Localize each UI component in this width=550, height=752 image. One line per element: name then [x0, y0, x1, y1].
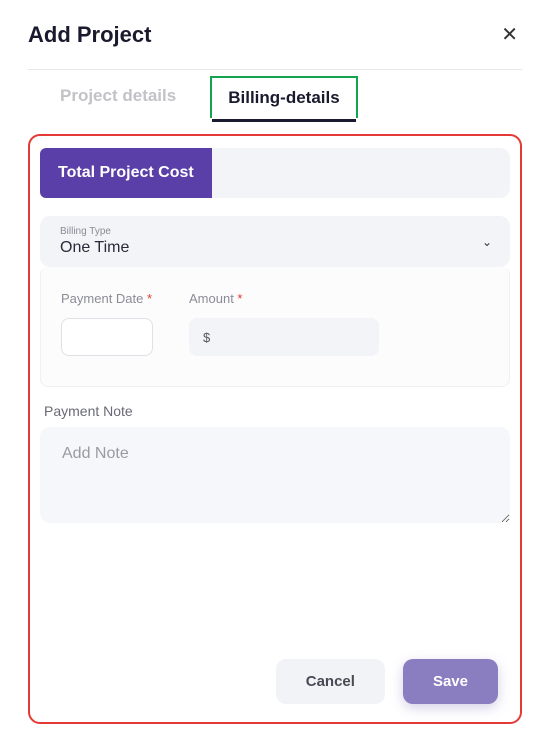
billing-panel: Total Project Cost Billing Type One Time… — [28, 134, 522, 724]
total-cost-value — [212, 148, 510, 198]
total-cost-label: Total Project Cost — [40, 148, 212, 198]
payment-note-label: Payment Note — [40, 403, 510, 419]
cancel-button[interactable]: Cancel — [276, 659, 385, 704]
payment-note-input[interactable] — [40, 427, 510, 523]
payment-date-field: Payment Date * — [61, 291, 153, 356]
billing-type-value: One Time — [60, 239, 490, 257]
tab-project-details[interactable]: Project details — [44, 76, 192, 118]
amount-field: Amount * — [189, 291, 379, 356]
action-bar: Cancel Save — [276, 659, 498, 704]
save-button[interactable]: Save — [403, 659, 498, 704]
modal-header: Add Project ✕ — [28, 18, 522, 51]
add-project-modal: Add Project ✕ Project details Billing-de… — [0, 0, 550, 752]
total-cost-row: Total Project Cost — [40, 148, 510, 198]
billing-type-label: Billing Type — [60, 226, 490, 237]
amount-input[interactable] — [189, 318, 379, 356]
field-row: Payment Date * Amount * — [61, 291, 489, 356]
billing-type-select[interactable]: Billing Type One Time ⌄ — [40, 216, 510, 267]
tab-billing-details[interactable]: Billing-details — [210, 76, 357, 118]
payment-date-input[interactable] — [61, 318, 153, 356]
payment-card: Payment Date * Amount * — [40, 267, 510, 387]
close-icon[interactable]: ✕ — [497, 18, 522, 51]
chevron-down-icon: ⌄ — [482, 235, 492, 249]
divider — [28, 69, 522, 70]
tabs: Project details Billing-details — [28, 76, 522, 118]
modal-title: Add Project — [28, 22, 151, 48]
amount-label: Amount * — [189, 291, 379, 306]
payment-date-label: Payment Date * — [61, 291, 153, 306]
